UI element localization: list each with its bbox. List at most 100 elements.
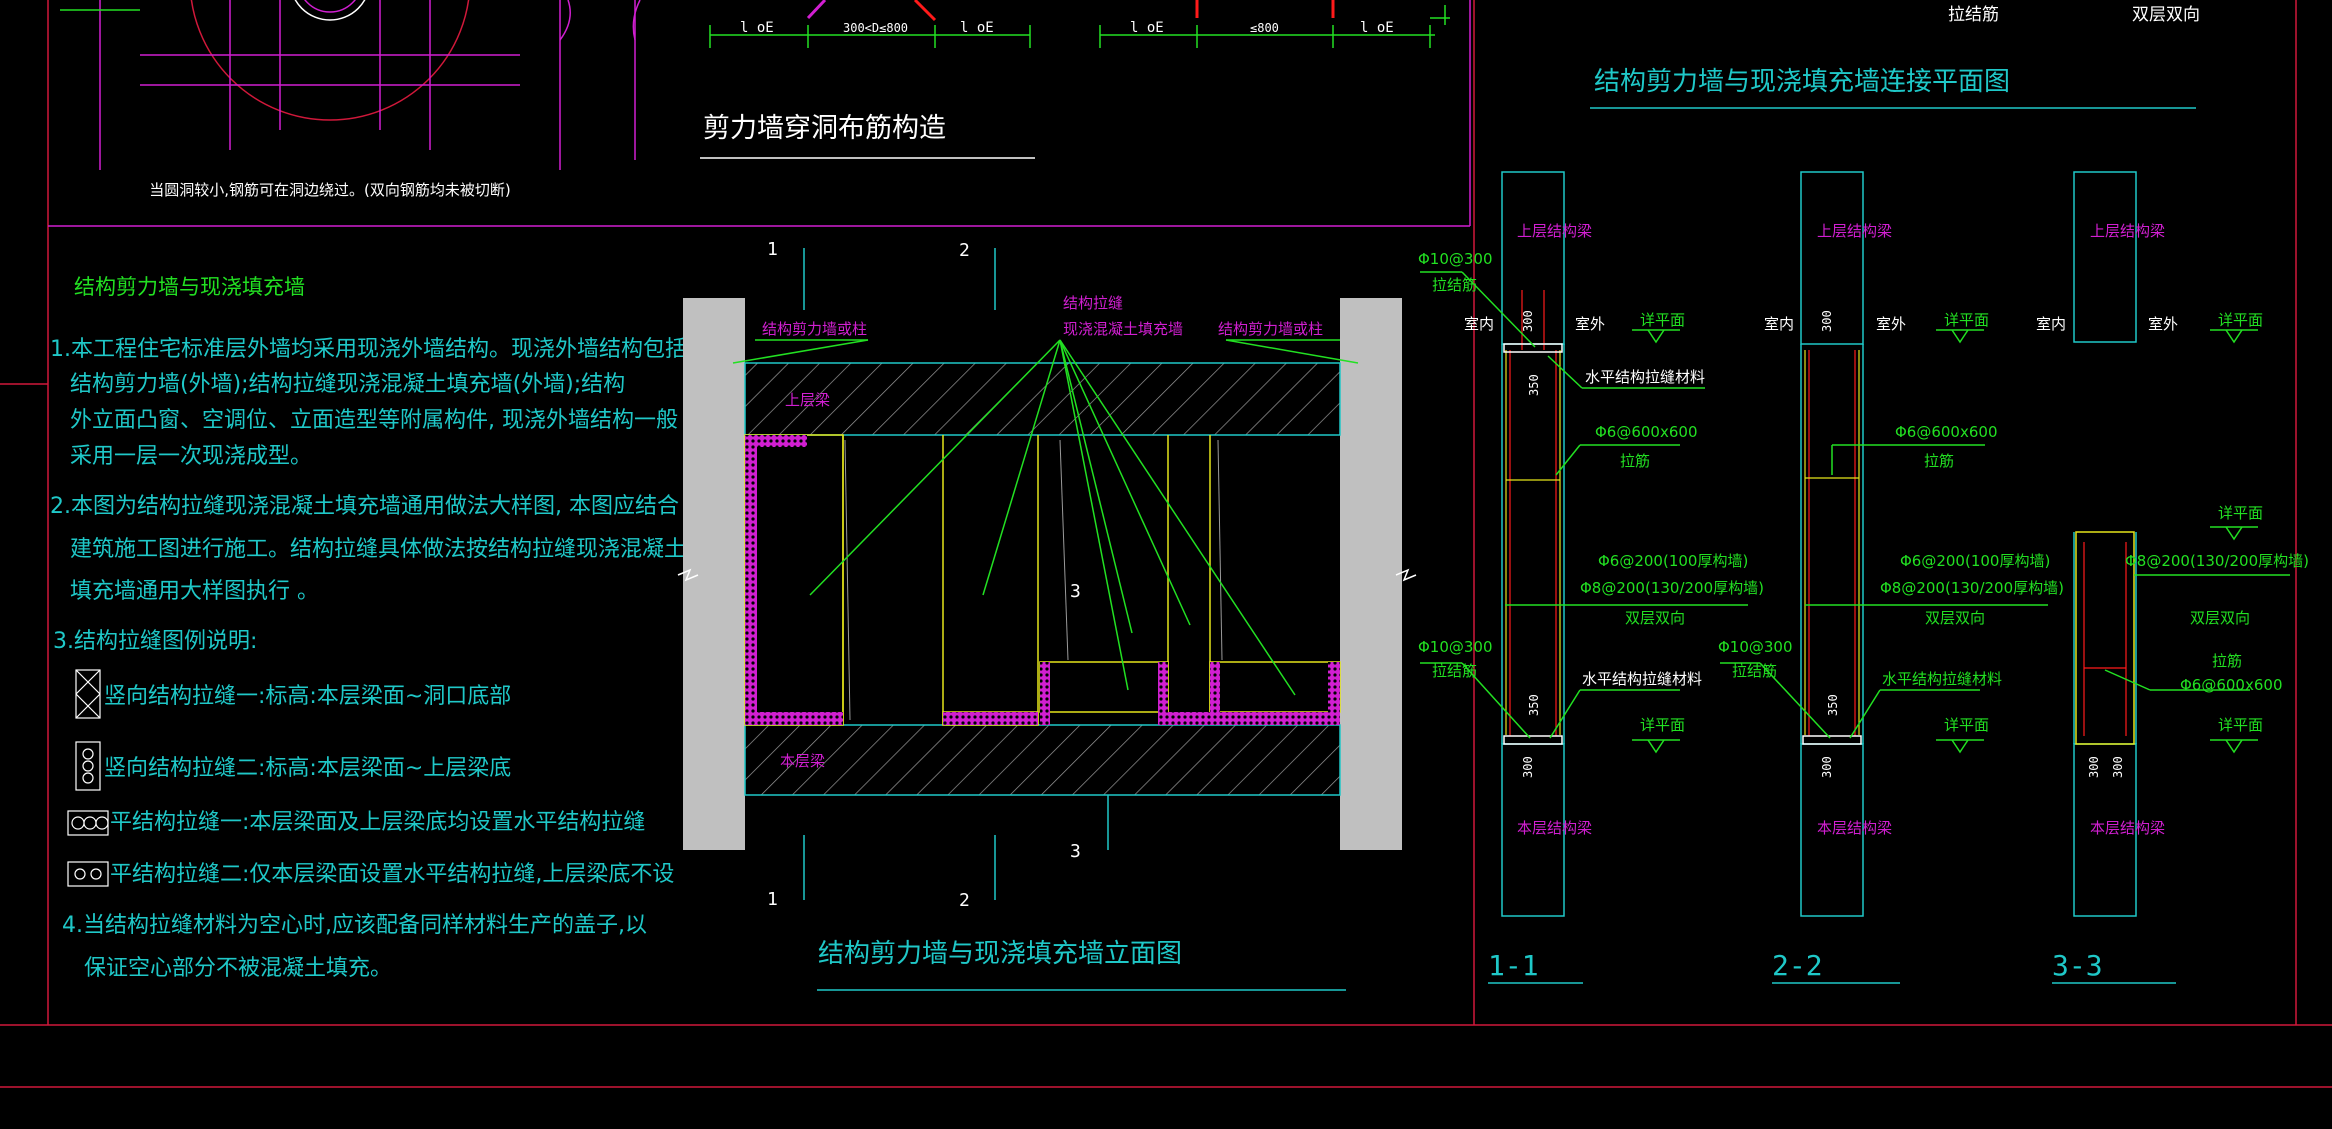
section-3-3: 上层结构梁 本层结构梁 300 300 室内 室外 Φ8@200(130/200…	[2036, 171, 2309, 984]
s22-leader-phi10: Φ10@300	[1718, 638, 1793, 656]
s22-lower-beam: 本层结构梁	[1817, 819, 1892, 837]
s33-inside: 室内	[2036, 315, 2066, 333]
hole-rebar-right	[1195, 0, 1335, 18]
notes-p1-line-2: 结构剪力墙(外墙);结构拉缝现浇混凝土填充墙(外墙);结构	[70, 372, 625, 397]
dim-max-800: ≤800	[1250, 21, 1279, 35]
section-mark-1-top: 1	[767, 239, 778, 260]
round-hole-note: 当圆洞较小,钢筋可在洞边绕过。(双向钢筋均未被切断)	[149, 181, 510, 199]
legend-symbol-3	[67, 810, 109, 836]
s11-leader-phi10-top: Φ10@300	[1418, 250, 1493, 268]
hole-dim-left-labels: l oE 300<D≤800 l oE	[740, 20, 994, 36]
s11-leader-tie-top: 拉结筋	[1432, 276, 1477, 294]
left-shear-wall	[683, 298, 745, 850]
s33-level-bot: 详平面	[2218, 716, 2263, 734]
notes-p1-line-4: 采用一层一次现浇成型。	[70, 444, 312, 469]
label-left-wall: 结构剪力墙或柱	[762, 320, 867, 338]
notes-block: 结构剪力墙与现浇填充墙 1.本工程住宅标准层外墙均采用现浇外墙结构。现浇外墙结构…	[50, 275, 687, 981]
section-mark-2-bottom: 2	[959, 890, 970, 911]
hole-dim-right-labels: l oE ≤800 l oE	[1130, 20, 1394, 36]
s33-level-top: 详平面	[2218, 311, 2263, 329]
s22-leader-phi8-200: Φ8@200(130/200厚构墙)	[1880, 579, 2064, 597]
s11-dim-350: 350	[1527, 374, 1541, 396]
notes-p4-line-2: 保证空心部分不被混凝土填充。	[84, 956, 392, 981]
right-shear-wall	[1340, 298, 1402, 850]
s11-leader-tie: 拉筋	[1620, 452, 1650, 470]
notes-p2-line-2: 建筑施工图进行施工。结构拉缝具体做法按结构拉缝现浇混凝土	[70, 537, 686, 562]
s22-outside: 室外	[1876, 315, 1906, 333]
label-lower-beam: 本层梁	[780, 752, 825, 770]
section-mark-3-bottom: 3	[1070, 841, 1081, 862]
s22-dim-bottom: 300	[1820, 756, 1834, 778]
hole-rebar-left	[806, 0, 937, 22]
section-mark-1-bottom: 1	[767, 889, 778, 910]
legend-symbol-4	[67, 861, 109, 887]
s22-leader-phi6-600: Φ6@600x600	[1895, 423, 1998, 441]
s22-leader-phi6-200: Φ6@200(100厚构墙)	[1900, 552, 2050, 570]
s33-leader-phi6: Φ6@600x600	[2180, 676, 2283, 694]
notes-p3: 3.结构拉缝图例说明:	[53, 629, 257, 654]
legend-item-4: 平结构拉缝二:仅本层梁面设置水平结构拉缝,上层梁底不设	[110, 862, 674, 887]
s33-leader-phi8: Φ8@200(130/200厚构墙)	[2125, 552, 2309, 570]
s11-leader-double: 双层双向	[1625, 609, 1685, 627]
label-joint: 结构拉缝	[1063, 294, 1123, 312]
s22-upper-beam: 上层结构梁	[1817, 222, 1892, 240]
s33-name: 3-3	[2052, 949, 2103, 982]
dim-loe-2: l oE	[960, 20, 994, 36]
s33-dim-bottom: 300	[2087, 756, 2101, 778]
s22-leader-double: 双层双向	[1925, 609, 1985, 627]
hole-detail-title: 剪力墙穿洞布筋构造	[703, 113, 946, 144]
s11-dim-bottom: 300	[1521, 756, 1535, 778]
section-mark-3-center: 3	[1070, 581, 1081, 602]
cad-drawing-canvas[interactable]: 当圆洞较小,钢筋可在洞边绕过。(双向钢筋均未被切断) l oE 300<D≤80…	[0, 0, 2332, 1129]
s33-dim-bottom-2: 300	[2111, 756, 2125, 778]
s11-upper-beam: 上层结构梁	[1517, 222, 1592, 240]
s11-leader-phi10-bot: Φ10@300	[1418, 638, 1493, 656]
s33-upper-beam: 上层结构梁	[2090, 222, 2165, 240]
s11-leader-phi6-600: Φ6@600x600	[1595, 423, 1698, 441]
s22-dim-top: 300	[1820, 310, 1834, 332]
dim-loe-1: l oE	[740, 20, 774, 36]
s33-level-mid: 详平面	[2218, 504, 2263, 522]
s33-outside: 室外	[2148, 315, 2178, 333]
label-upper-beam: 上层梁	[785, 391, 830, 409]
s33-lower-beam: 本层结构梁	[2090, 819, 2165, 837]
s22-leader-tie-bot: 拉结筋	[1732, 662, 1777, 680]
label-infill: 现浇混凝土填充墙	[1063, 320, 1183, 338]
lower-beam	[744, 724, 1341, 796]
dim-loe-4: l oE	[1360, 20, 1394, 36]
s11-leader-joint-top: 水平结构拉缝材料	[1585, 368, 1705, 386]
s11-leader-joint-bot: 水平结构拉缝材料	[1582, 670, 1702, 688]
legend-item-1: 竖向结构拉缝一:标高:本层梁面~洞口底部	[104, 684, 511, 709]
legend-symbol-2	[75, 741, 101, 791]
s11-outside: 室外	[1575, 315, 1605, 333]
s22-level-top: 详平面	[1944, 311, 1989, 329]
s11-leader-tie-bot: 拉结筋	[1432, 662, 1477, 680]
label-right-wall: 结构剪力墙或柱	[1218, 320, 1323, 338]
notes-p1-line-1: 1.本工程住宅标准层外墙均采用现浇外墙结构。现浇外墙结构包括	[50, 337, 687, 362]
plan-title: 结构剪力墙与现浇填充墙连接平面图	[1594, 67, 2010, 97]
notes-p1-line-3: 外立面凸窗、空调位、立面造型等附属构件, 现浇外墙结构一般	[70, 408, 678, 433]
s11-inside: 室内	[1464, 315, 1494, 333]
s11-level-top: 详平面	[1640, 311, 1685, 329]
s11-dim-350b: 350	[1527, 694, 1541, 716]
s22-inside: 室内	[1764, 315, 1794, 333]
s11-lower-beam: 本层结构梁	[1517, 819, 1592, 837]
top-double-label: 双层双向	[2132, 5, 2200, 25]
s22-name: 2-2	[1772, 949, 1823, 982]
section-1-1: 上层结构梁 本层结构梁 300 350 350 300 室内 室外 Φ10@30…	[1418, 171, 1764, 984]
notes-heading: 结构剪力墙与现浇填充墙	[74, 275, 305, 299]
elevation-title: 结构剪力墙与现浇填充墙立面图	[818, 939, 1182, 969]
round-hole-detail	[60, 0, 641, 170]
notes-p2-line-3: 填充墙通用大样图执行 。	[70, 579, 319, 604]
s22-leader-tie: 拉筋	[1924, 452, 1954, 470]
notes-p4-line-1: 4.当结构拉缝材料为空心时,应该配备同样材料生产的盖子,以	[62, 913, 647, 938]
dim-loe-3: l oE	[1130, 20, 1164, 36]
s22-dim-350: 350	[1826, 694, 1840, 716]
section-2-2: 上层结构梁 本层结构梁 300 350 300 室内 室外 Φ6@600x600	[1718, 171, 2064, 984]
legend-symbol-1	[75, 669, 101, 719]
s22-leader-joint: 水平结构拉缝材料	[1882, 670, 2002, 688]
s11-leader-phi6-200: Φ6@200(100厚构墙)	[1598, 552, 1748, 570]
dim-hole-range: 300<D≤800	[843, 21, 908, 35]
legend-item-2: 竖向结构拉缝二:标高:本层梁面~上层梁底	[104, 756, 511, 781]
legend-item-3: 平结构拉缝一:本层梁面及上层梁底均设置水平结构拉缝	[110, 810, 645, 835]
